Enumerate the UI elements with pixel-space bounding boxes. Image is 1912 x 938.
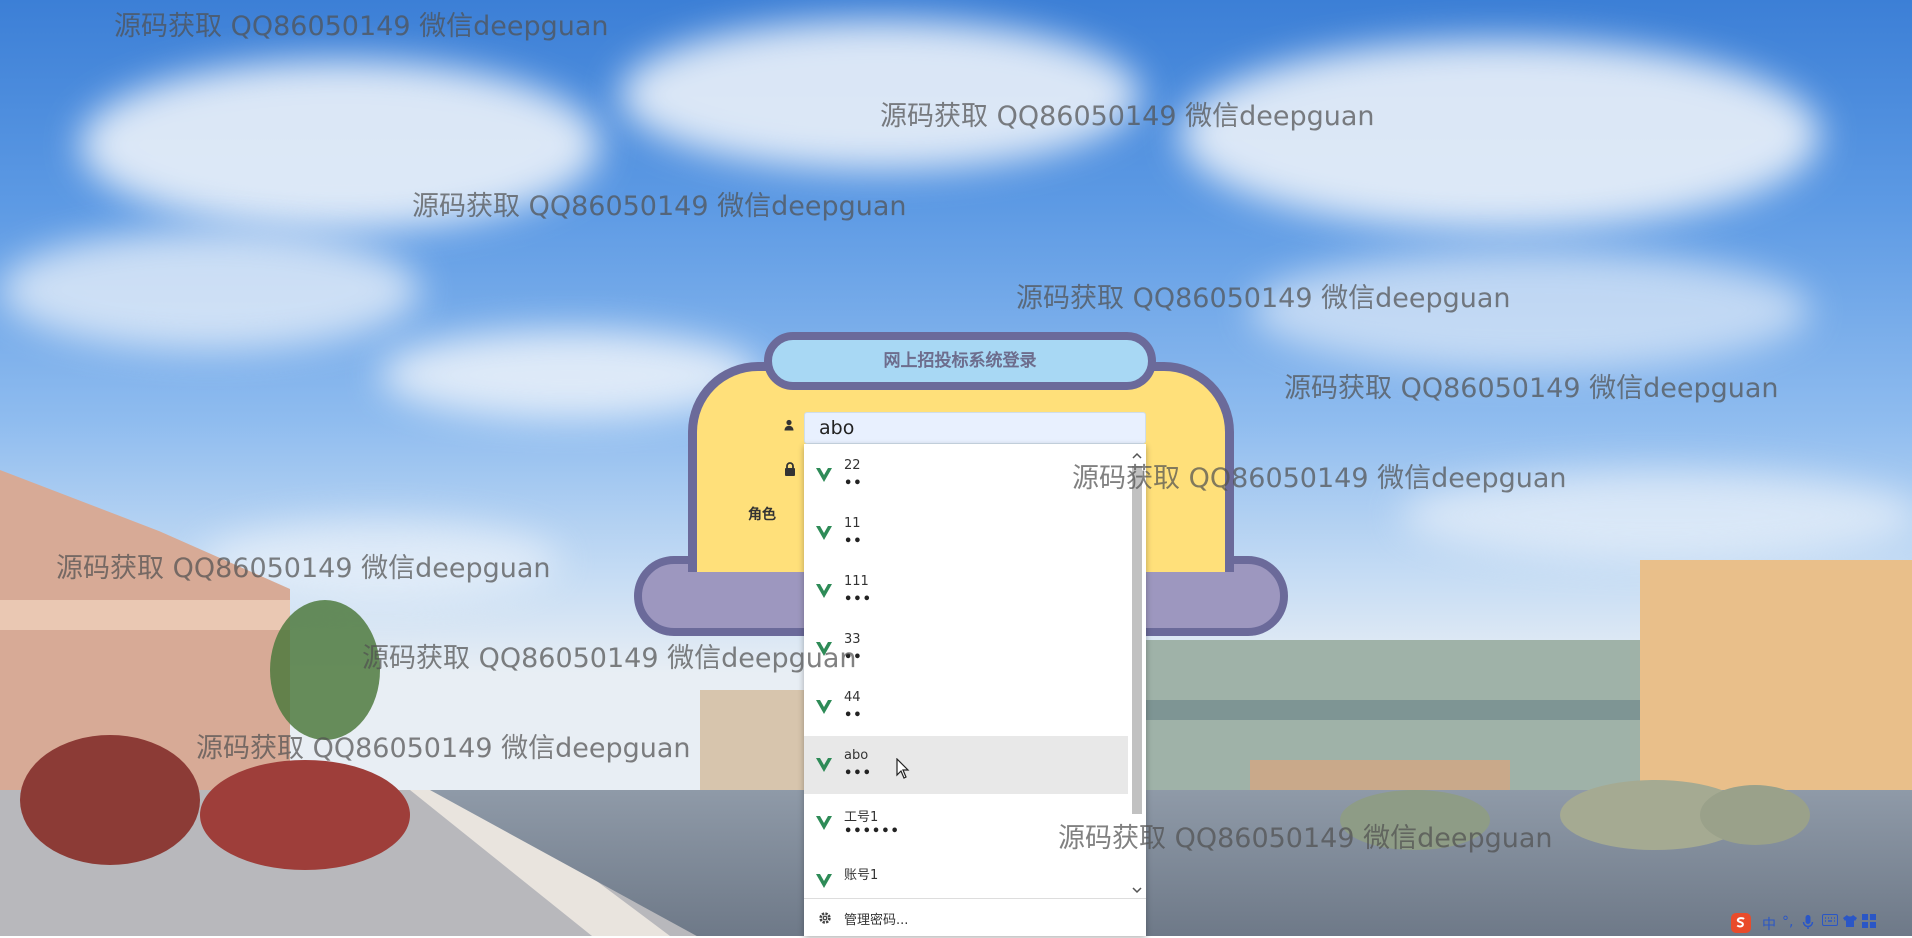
credential-item[interactable]: 111 ••• [804,562,1128,620]
credential-password-mask: •• [844,534,863,549]
credential-password-mask: ••• [844,592,872,607]
vue-logo-icon [816,526,832,540]
credential-password-mask: •• [844,708,863,723]
credential-username: 44 [844,690,861,705]
credential-username: 111 [844,574,869,589]
credential-username: 22 [844,458,861,473]
watermark-text: 源码获取 QQ86050149 微信deepguan [1016,283,1511,314]
vue-logo-icon [816,584,832,598]
ime-mode-chinese[interactable]: 中 [1762,914,1778,933]
scroll-down-arrow-icon[interactable] [1132,886,1142,894]
credential-password-mask: •••••• [844,824,900,839]
lock-icon [784,462,796,480]
vue-logo-icon [816,874,832,888]
login-title: 网上招投标系统登录 [764,332,1156,390]
watermark-text: 源码获取 QQ86050149 微信deepguan [880,101,1375,132]
sogou-logo-icon[interactable] [1730,912,1752,934]
microphone-icon[interactable] [1802,914,1818,930]
credential-username: 11 [844,516,861,531]
keyboard-icon[interactable] [1822,914,1838,930]
dropdown-scrollbar-thumb[interactable] [1132,466,1142,814]
username-input[interactable] [804,412,1146,444]
manage-passwords-label: 管理密码... [844,913,909,928]
vue-logo-icon [816,758,832,772]
credential-item[interactable]: 44 •• [804,678,1128,736]
ime-toolbar[interactable]: 中 °, [1728,910,1912,936]
vue-logo-icon [816,700,832,714]
credential-password-mask: ••• [844,766,872,781]
skin-shirt-icon[interactable] [1842,914,1858,930]
watermark-text: 源码获取 QQ86050149 微信deepguan [114,11,609,42]
watermark-text: 源码获取 QQ86050149 微信deepguan [56,553,551,584]
credential-username: 账号1 [844,868,879,883]
user-icon [784,419,794,435]
saved-credentials-dropdown[interactable]: 22 •• 11 •• 111 ••• 33 •• 44 •• abo ••• 工号1 •••••• 账号1… [804,444,1146,936]
manage-passwords-item[interactable]: 管理密码... [804,898,1146,936]
vue-logo-icon [816,816,832,830]
credential-username: 工号1 [844,810,879,825]
watermark-text: 源码获取 QQ86050149 微信deepguan [1072,463,1567,494]
credential-username: abo [844,748,869,763]
role-label: 角色 [748,507,776,523]
credential-password-mask: •• [844,476,863,491]
punctuation-icon[interactable]: °, [1782,914,1798,930]
credential-item[interactable]: abo ••• [804,736,1128,794]
mouse-cursor-icon [896,758,910,779]
watermark-text: 源码获取 QQ86050149 微信deepguan [196,733,691,764]
gear-icon [818,910,832,929]
watermark-text: 源码获取 QQ86050149 微信deepguan [1284,373,1779,404]
watermark-text: 源码获取 QQ86050149 微信deepguan [412,191,907,222]
watermark-text: 源码获取 QQ86050149 微信deepguan [362,643,857,674]
watermark-text: 源码获取 QQ86050149 微信deepguan [1058,823,1553,854]
toolbox-grid-icon[interactable] [1862,914,1878,930]
credential-item[interactable]: 11 •• [804,504,1128,562]
vue-logo-icon [816,468,832,482]
